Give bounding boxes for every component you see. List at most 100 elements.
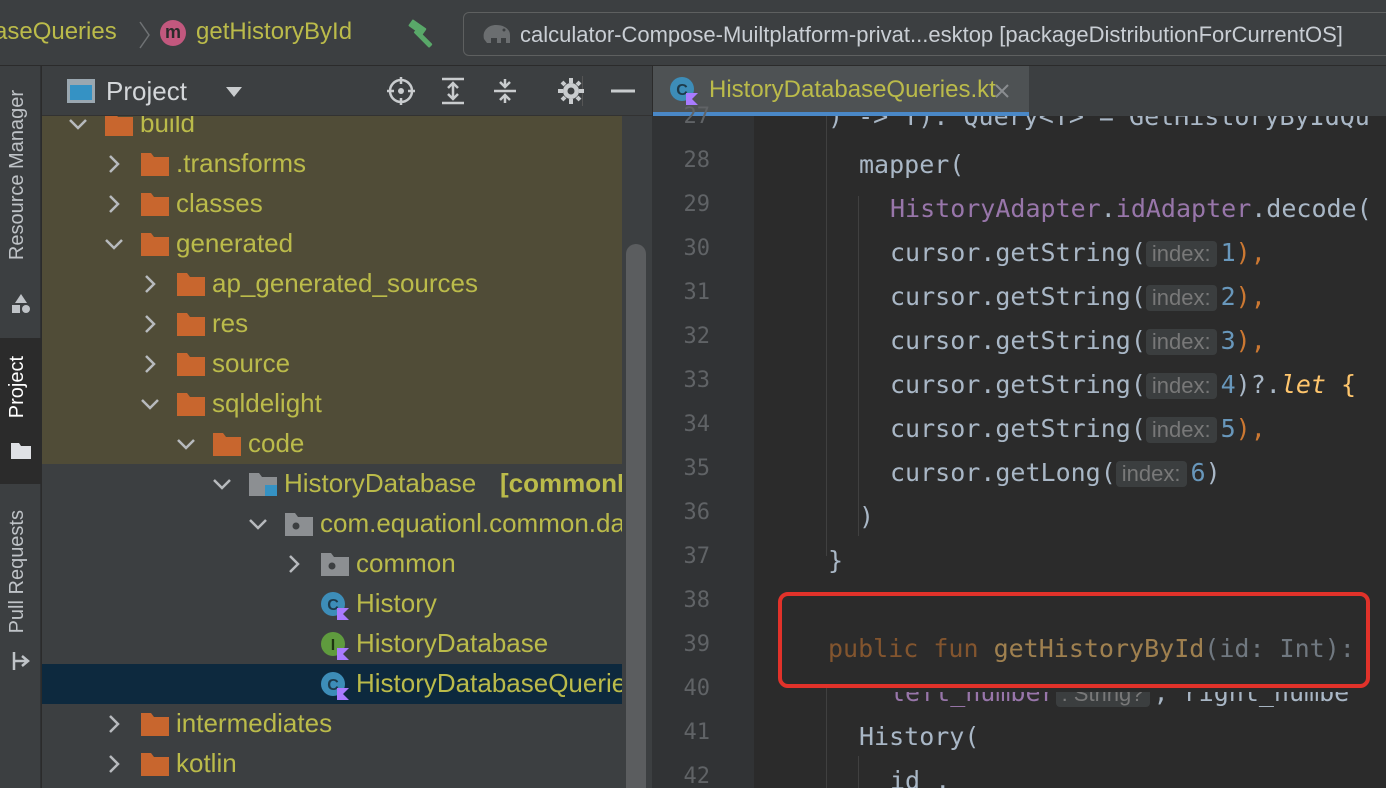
line-number: 31 <box>683 280 711 305</box>
chevron-right-icon[interactable] <box>284 552 304 576</box>
code-token: ), <box>1235 326 1266 355</box>
chevron-down-icon[interactable] <box>104 232 124 256</box>
tree-item-label: HistoryDatabase <box>284 468 477 498</box>
chevron-right-icon[interactable] <box>104 152 124 176</box>
tree-item[interactable]: build <box>42 116 622 144</box>
folder-icon <box>176 271 206 297</box>
kotlin-class-icon: C <box>320 671 350 700</box>
line-number: 28 <box>683 148 711 173</box>
pull-request-icon <box>10 650 32 678</box>
tree-item[interactable]: ap_generated_sources <box>42 264 622 304</box>
chevron-right-icon[interactable] <box>104 752 124 776</box>
line-number: 41 <box>683 720 711 745</box>
gear-icon[interactable] <box>556 76 586 106</box>
method-icon: m <box>160 20 186 46</box>
tab-resource-manager[interactable]: Resource Manager <box>0 80 41 316</box>
tree-item[interactable]: intermediates <box>42 704 622 744</box>
line-number: 34 <box>683 412 711 437</box>
tree-item[interactable]: classes <box>42 184 622 224</box>
code-line-34: cursor.getString(index: 5), <box>890 414 1266 443</box>
chevron-down-icon[interactable] <box>140 392 160 416</box>
tree-item-label: build <box>140 116 195 138</box>
chevron-down-icon[interactable] <box>224 85 244 104</box>
chevron-right-icon[interactable] <box>104 712 124 736</box>
tree-item[interactable]: C HistoryDatabaseQueries <box>42 664 622 704</box>
code-token: cursor.getString( <box>890 370 1146 399</box>
tree-item[interactable]: kotlin <box>42 744 622 784</box>
tree-item[interactable]: common <box>42 544 622 584</box>
code-token: ) <box>1205 458 1221 487</box>
line-number: 36 <box>683 500 711 525</box>
pull-requests-label: Pull Requests <box>6 510 28 634</box>
close-icon[interactable] <box>993 76 1011 107</box>
package-icon <box>320 551 350 577</box>
code-line-35: cursor.getLong(index: 6) <box>890 458 1221 487</box>
tab-project[interactable]: Project <box>0 338 41 484</box>
project-folder-icon <box>10 442 32 466</box>
locate-crosshair-icon[interactable] <box>386 76 416 106</box>
run-configuration-selector[interactable]: calculator-Compose-Muiltplatform-privat.… <box>463 12 1386 56</box>
expand-all-icon[interactable] <box>438 76 468 106</box>
tree-item[interactable]: .transforms <box>42 144 622 184</box>
code-line-33: cursor.getString(index: 4)?.let { <box>890 370 1356 399</box>
tab-pull-requests[interactable]: Pull Requests <box>0 502 41 682</box>
tree-item-label: classes <box>176 188 263 218</box>
parameter-hint: index: <box>1145 373 1217 399</box>
tree-item-label: generated <box>176 228 294 258</box>
tree-item[interactable]: source <box>42 344 622 384</box>
project-view-icon <box>66 78 96 109</box>
project-scrollbar-thumb[interactable] <box>626 244 646 788</box>
tree-item[interactable]: HistoryDatabase [commonMa <box>42 464 622 504</box>
project-panel-title[interactable]: Project <box>106 76 187 107</box>
svg-text:I: I <box>331 637 335 654</box>
navigation-bar: aseQueries m getHistoryById calculator-C… <box>0 0 1386 66</box>
line-number: 30 <box>683 236 711 261</box>
project-tab-label: Project <box>6 356 28 419</box>
chevron-down-icon[interactable] <box>212 472 232 496</box>
chevron-down-icon[interactable] <box>248 512 268 536</box>
tree-item[interactable]: generated <box>42 224 622 264</box>
tree-item[interactable]: C History <box>42 584 622 624</box>
code-token: cursor.getString( <box>890 326 1146 355</box>
parameter-hint: index: <box>1145 285 1217 311</box>
tree-item[interactable]: I HistoryDatabase <box>42 624 622 664</box>
tree-item-label: code <box>248 428 305 458</box>
tree-item[interactable]: res <box>42 304 622 344</box>
breadcrumb-parent[interactable]: aseQueries <box>0 18 117 46</box>
hide-panel-icon[interactable] <box>608 76 638 106</box>
resource-manager-icon <box>10 292 32 320</box>
tree-item-label: common <box>356 548 456 578</box>
build-hammer-icon[interactable] <box>406 18 440 50</box>
chevron-right-icon[interactable] <box>140 352 160 376</box>
line-number: 29 <box>683 192 711 217</box>
folder-icon <box>140 751 170 777</box>
folder-icon <box>140 711 170 737</box>
chevron-down-icon[interactable] <box>176 432 196 456</box>
chevron-down-icon[interactable] <box>68 116 88 136</box>
tree-item[interactable]: com.equationl.common.dat <box>42 504 622 544</box>
chevron-right-icon[interactable] <box>104 192 124 216</box>
code-token: let <box>1280 370 1326 399</box>
parameter-hint: index: <box>1145 241 1217 267</box>
project-panel-header: Project <box>42 66 652 116</box>
project-scrollbar-track[interactable] <box>622 116 652 788</box>
code-line-32: cursor.getString(index: 3), <box>890 326 1266 355</box>
tree-item[interactable]: sqldelight <box>42 384 622 424</box>
folder-icon <box>140 231 170 257</box>
line-number: 37 <box>683 544 711 569</box>
code-token: ), <box>1235 282 1266 311</box>
code-token: . <box>1100 194 1116 223</box>
chevron-right-icon[interactable] <box>140 272 160 296</box>
folder-icon <box>176 391 206 417</box>
folder-icon <box>140 191 170 217</box>
code-line-31: cursor.getString(index: 2), <box>890 282 1266 311</box>
collapse-all-icon[interactable] <box>490 76 520 106</box>
folder-icon <box>176 311 206 337</box>
line-number: 27 <box>683 104 711 129</box>
breadcrumb-current[interactable]: getHistoryById <box>196 18 352 46</box>
parameter-hint: index: <box>1145 329 1217 355</box>
chevron-right-icon[interactable] <box>140 312 160 336</box>
tree-item-label: res <box>212 308 249 338</box>
ide-window: { "breadcrumb": { "parent": "aseQueries"… <box>0 0 1386 788</box>
tree-item[interactable]: code <box>42 424 622 464</box>
